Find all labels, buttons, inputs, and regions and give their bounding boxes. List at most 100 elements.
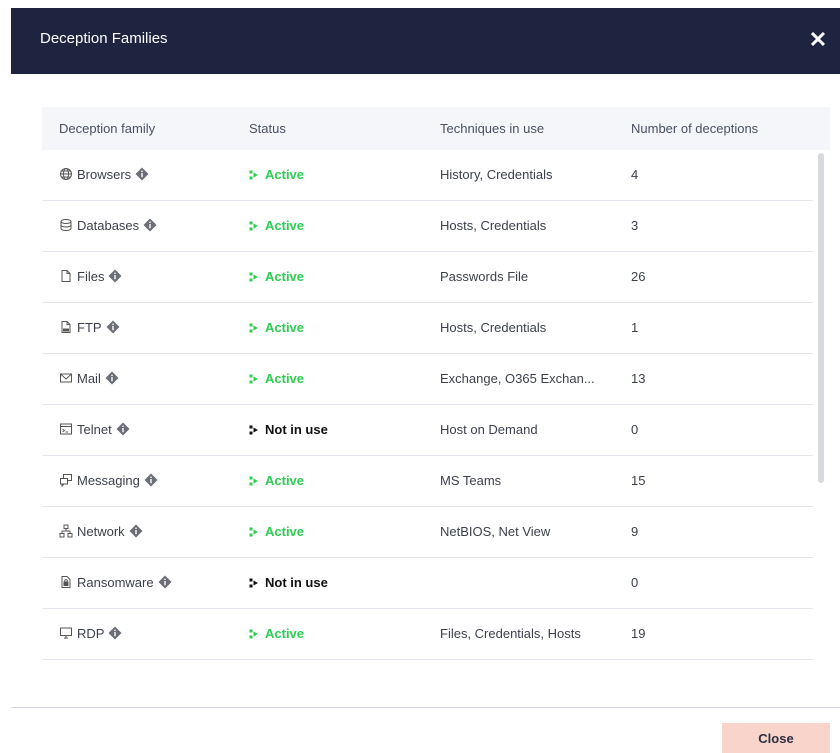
table-body[interactable]: Browsers Active History, Credentials 4 Datab… [42, 150, 813, 670]
network-icon [59, 509, 73, 538]
table-row[interactable]: Telnet Not in use Host on Demand 0 [42, 405, 813, 456]
family-name: Messaging [77, 473, 140, 488]
count-cell: 3 [631, 218, 639, 233]
table-row[interactable]: Mail Active Exchange, O365 Exchan... 13 [42, 354, 813, 405]
count-cell: 13 [631, 371, 646, 386]
scrollbar[interactable] [818, 153, 824, 483]
info-icon[interactable] [105, 356, 119, 385]
status-cell: Active [249, 507, 304, 557]
close-icon[interactable]: ✕ [806, 28, 830, 52]
family-cell: Mail [59, 354, 119, 404]
status-label: Active [265, 626, 305, 641]
family-cell: Browsers [59, 150, 149, 200]
table-row[interactable]: Messaging Active MS Teams 15 [42, 456, 813, 507]
family-cell: Files [59, 252, 122, 302]
family-name: Telnet [77, 422, 112, 437]
column-header-techniques: Techniques in use [440, 121, 545, 136]
table-row[interactable]: Files Active Passwords File 26 [42, 252, 813, 303]
status-label: Active [265, 218, 305, 233]
deception-families-table: Deception family Status Techniques in us… [42, 107, 830, 670]
info-icon[interactable] [143, 203, 157, 232]
table-row[interactable]: FTP Active Hosts, Credentials 1 [42, 303, 813, 354]
column-header-family: Deception family [59, 121, 156, 136]
status-label: Active [265, 167, 305, 182]
ransomware-icon [59, 560, 73, 588]
status-label: Active [265, 371, 305, 386]
column-header-status: Status [249, 121, 286, 136]
count-cell: 0 [631, 575, 639, 590]
family-name: FTP [77, 320, 102, 335]
status-icon [249, 457, 259, 486]
status-cell: Active [249, 354, 304, 404]
table-row[interactable]: Browsers Active History, Credentials 4 [42, 150, 813, 201]
count-cell: 19 [631, 626, 646, 641]
count-cell: 1 [631, 320, 639, 335]
status-label: Active [265, 473, 305, 488]
status-cell: Active [249, 150, 304, 200]
status-icon [249, 253, 259, 282]
techniques-cell: Host on Demand [440, 422, 538, 437]
status-cell: Active [249, 201, 304, 251]
techniques-cell: MS Teams [440, 473, 502, 488]
techniques-cell: History, Credentials [440, 167, 553, 182]
status-icon [249, 202, 259, 231]
status-icon [249, 610, 259, 639]
terminal-icon [59, 407, 73, 435]
status-icon [249, 304, 259, 333]
status-cell: Active [249, 252, 304, 302]
info-icon[interactable] [116, 407, 130, 436]
family-name: Ransomware [77, 575, 154, 590]
footer-divider [11, 707, 840, 708]
table-row[interactable]: Network Active NetBIOS, Net View 9 [42, 507, 813, 558]
info-icon[interactable] [158, 560, 172, 589]
status-cell: Active [249, 609, 304, 659]
family-name: Mail [77, 371, 101, 386]
techniques-cell: Hosts, Credentials [440, 218, 547, 233]
status-cell: Not in use [249, 405, 328, 455]
status-cell: Not in use [249, 558, 328, 608]
file-icon [59, 254, 73, 282]
techniques-cell: Hosts, Credentials [440, 320, 547, 335]
family-cell: Ransomware [59, 558, 172, 608]
status-icon [249, 355, 259, 384]
family-name: Browsers [77, 167, 132, 182]
info-icon[interactable] [144, 458, 158, 487]
techniques-cell: Exchange, O365 Exchan... [440, 371, 595, 386]
family-cell: Telnet [59, 405, 130, 455]
info-icon[interactable] [129, 509, 143, 538]
status-label: Not in use [265, 575, 328, 590]
close-button[interactable]: Close [722, 723, 830, 753]
count-cell: 0 [631, 422, 639, 437]
status-icon [249, 151, 259, 180]
table-header: Deception family Status Techniques in us… [42, 107, 830, 150]
family-name: Files [77, 269, 105, 284]
status-icon [249, 406, 259, 435]
status-icon [249, 508, 259, 537]
family-name: RDP [77, 626, 105, 641]
database-icon [59, 203, 73, 232]
info-icon[interactable] [135, 152, 149, 181]
count-cell: 4 [631, 167, 639, 182]
ftp-file-icon [59, 305, 73, 333]
family-cell: RDP [59, 609, 122, 659]
table-row[interactable]: Databases Active Hosts, Credentials 3 [42, 201, 813, 252]
family-name: Databases [77, 218, 140, 233]
chat-icon [59, 458, 73, 488]
info-icon[interactable] [106, 305, 120, 334]
table-row[interactable]: RDP Active Files, Credentials, Hosts 19 [42, 609, 813, 660]
column-header-count: Number of deceptions [631, 121, 759, 136]
techniques-cell: NetBIOS, Net View [440, 524, 551, 539]
status-label: Not in use [265, 422, 328, 437]
info-icon[interactable] [108, 254, 122, 283]
family-cell: Network [59, 507, 143, 557]
count-cell: 15 [631, 473, 646, 488]
modal-header: Deception Families ✕ [11, 8, 840, 74]
status-label: Active [265, 524, 305, 539]
family-cell: Messaging [59, 456, 158, 506]
family-cell: FTP [59, 303, 120, 353]
status-icon [249, 559, 259, 588]
table-row[interactable]: Ransomware Not in use 0 [42, 558, 813, 609]
count-cell: 26 [631, 269, 646, 284]
globe-icon [59, 152, 73, 180]
info-icon[interactable] [108, 611, 122, 640]
